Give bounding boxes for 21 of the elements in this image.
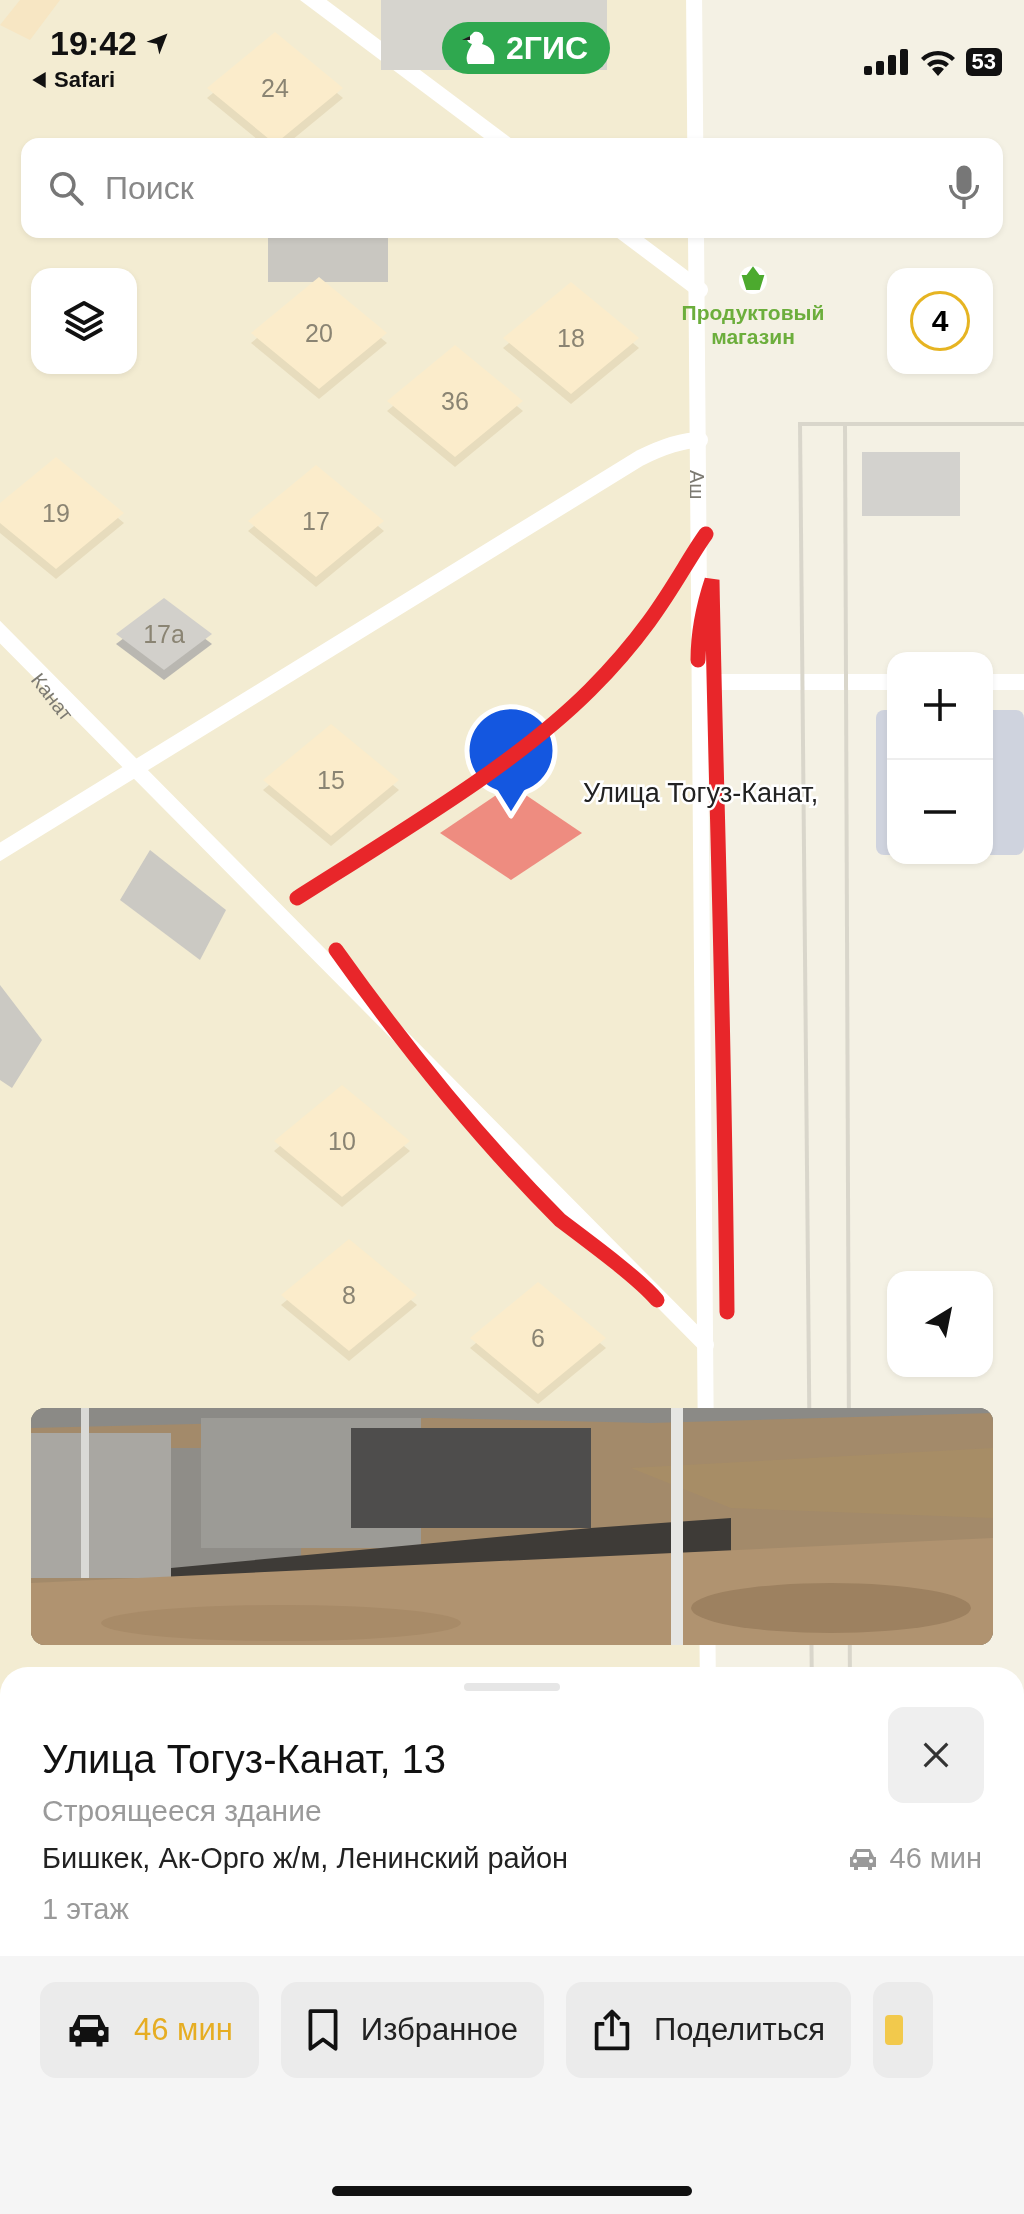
house-number: 8 (342, 1281, 356, 1309)
house-number: 20 (305, 319, 333, 347)
house-number: 18 (557, 324, 585, 352)
house-number: 24 (261, 74, 289, 102)
place-category: Строящееся здание (42, 1794, 323, 1828)
clock-time: 19:42 (50, 24, 137, 63)
house-number: 6 (531, 1324, 545, 1352)
house-number: 15 (317, 766, 345, 794)
house-number: 17а (143, 620, 185, 648)
house-number: 17 (302, 507, 330, 535)
poi-label: Продуктовый магазин (681, 301, 825, 348)
drive-time: 46 мин (889, 1842, 982, 1875)
app-name: 2ГИС (505, 29, 588, 67)
street-name: Аш (686, 470, 708, 500)
house-number: 36 (441, 387, 469, 415)
battery-icon: 53 (965, 48, 1002, 76)
place-title: Улица Тогуз-Канат, 13 (42, 1737, 447, 1782)
floor-count: 1 этаж (42, 1893, 130, 1926)
house-number: 10 (328, 1127, 356, 1155)
place-address: Бишкек, Ак-Орго ж/м, Ленинский район (42, 1842, 569, 1875)
house-number: 19 (42, 499, 70, 527)
